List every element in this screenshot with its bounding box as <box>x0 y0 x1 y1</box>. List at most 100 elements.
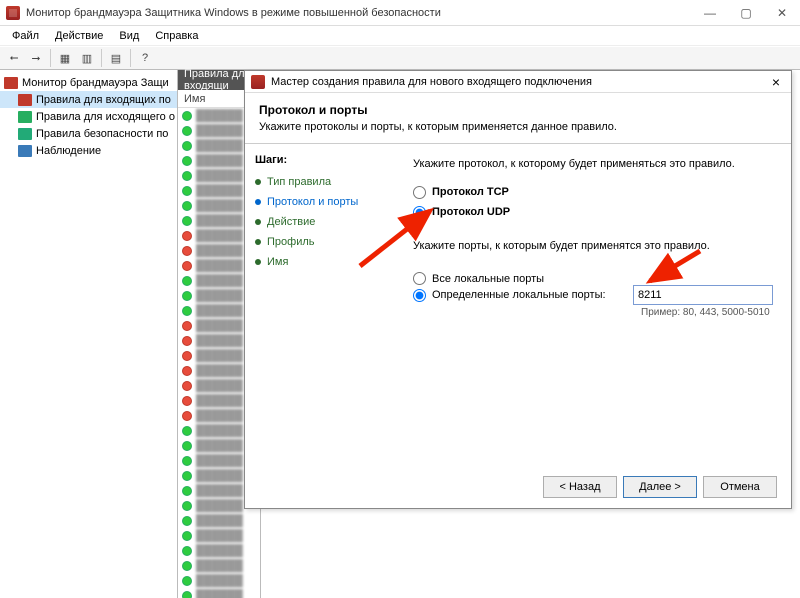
rule-name-blurred: ██████ <box>196 350 243 362</box>
radio-all-ports-label: Все локальные порты <box>432 273 544 285</box>
radio-tcp[interactable]: Протокол TCP <box>413 182 773 202</box>
step-profile[interactable]: Профиль <box>255 232 385 252</box>
menu-action[interactable]: Действие <box>47 28 111 44</box>
rule-status-icon <box>182 486 192 496</box>
window-controls: — ▢ ✕ <box>692 0 800 26</box>
wizard-title: Мастер создания правила для нового входя… <box>271 76 592 88</box>
rule-item[interactable]: ██████ <box>178 528 260 543</box>
rule-status-icon <box>182 276 192 286</box>
monitor-icon <box>18 145 32 157</box>
wizard-dialog: Мастер создания правила для нового входя… <box>244 70 792 509</box>
step-name[interactable]: Имя <box>255 252 385 272</box>
rule-status-icon <box>182 261 192 271</box>
wizard-buttons: < Назад Далее > Отмена <box>543 476 777 498</box>
rule-item[interactable]: ██████ <box>178 543 260 558</box>
rule-item[interactable]: ██████ <box>178 558 260 573</box>
rule-name-blurred: ██████ <box>196 560 243 572</box>
refresh-icon[interactable]: ▥ <box>77 49 97 67</box>
rule-name-blurred: ██████ <box>196 200 243 212</box>
help-icon[interactable]: ? <box>135 49 155 67</box>
steps-heading: Шаги: <box>255 154 385 166</box>
rule-status-icon <box>182 516 192 526</box>
tree-monitoring[interactable]: Наблюдение <box>0 142 177 159</box>
tree-root[interactable]: Монитор брандмауэра Защи <box>0 74 177 91</box>
step-protocol[interactable]: Протокол и порты <box>255 192 385 212</box>
rule-item[interactable]: ██████ <box>178 513 260 528</box>
rule-status-icon <box>182 426 192 436</box>
nav-forward-icon[interactable]: ⭢ <box>26 49 46 67</box>
wizard-subheading: Укажите протоколы и порты, к которым при… <box>259 121 777 133</box>
tree-outbound-rules[interactable]: Правила для исходящего о <box>0 108 177 125</box>
radio-specific-ports-input[interactable] <box>413 289 426 302</box>
radio-all-ports[interactable]: Все локальные порты <box>413 272 623 285</box>
rule-status-icon <box>182 381 192 391</box>
rule-status-icon <box>182 351 192 361</box>
bullet-icon <box>255 199 261 205</box>
tree-security-label: Правила безопасности по <box>36 128 168 140</box>
rule-status-icon <box>182 456 192 466</box>
menu-help[interactable]: Справка <box>147 28 206 44</box>
back-button[interactable]: < Назад <box>543 476 617 498</box>
step-rule-type[interactable]: Тип правила <box>255 172 385 192</box>
rule-status-icon <box>182 156 192 166</box>
rule-name-blurred: ██████ <box>196 140 243 152</box>
rule-status-icon <box>182 246 192 256</box>
rule-status-icon <box>182 291 192 301</box>
radio-udp-label: Протокол UDP <box>432 206 510 218</box>
port-input[interactable] <box>633 285 773 305</box>
wizard-main: Укажите протокол, к которому будет приме… <box>395 144 791 474</box>
rule-name-blurred: ██████ <box>196 245 243 257</box>
rule-status-icon <box>182 111 192 121</box>
dialog-close-button[interactable]: × <box>761 74 791 90</box>
rule-name-blurred: ██████ <box>196 260 243 272</box>
rule-status-icon <box>182 576 192 586</box>
menu-file[interactable]: Файл <box>4 28 47 44</box>
close-button[interactable]: ✕ <box>764 0 800 26</box>
rule-status-icon <box>182 546 192 556</box>
rule-item[interactable]: ██████ <box>178 573 260 588</box>
rule-status-icon <box>182 561 192 571</box>
wizard-steps: Шаги: Тип правила Протокол и порты Дейст… <box>245 144 395 474</box>
export-icon[interactable]: ▤ <box>106 49 126 67</box>
radio-udp-input[interactable] <box>413 206 426 219</box>
toolbar: ⭠ ⭢ ▦ ▥ ▤ ? <box>0 46 800 70</box>
nav-back-icon[interactable]: ⭠ <box>4 49 24 67</box>
cancel-button[interactable]: Отмена <box>703 476 777 498</box>
rule-status-icon <box>182 336 192 346</box>
maximize-button[interactable]: ▢ <box>728 0 764 26</box>
step-action[interactable]: Действие <box>255 212 385 232</box>
radio-tcp-input[interactable] <box>413 186 426 199</box>
menu-view[interactable]: Вид <box>111 28 147 44</box>
rule-item[interactable]: ██████ <box>178 588 260 598</box>
action-icon[interactable]: ▦ <box>55 49 75 67</box>
radio-specific-ports[interactable]: Определенные локальные порты: <box>413 289 623 302</box>
rule-name-blurred: ██████ <box>196 290 243 302</box>
rule-status-icon <box>182 231 192 241</box>
wizard-titlebar: Мастер создания правила для нового входя… <box>245 71 791 93</box>
rule-name-blurred: ██████ <box>196 425 243 437</box>
rule-name-blurred: ██████ <box>196 155 243 167</box>
rule-name-blurred: ██████ <box>196 395 243 407</box>
rule-name-blurred: ██████ <box>196 335 243 347</box>
radio-all-ports-input[interactable] <box>413 272 426 285</box>
next-button[interactable]: Далее > <box>623 476 697 498</box>
tree-inbound-rules[interactable]: Правила для входящих по <box>0 91 177 108</box>
separator <box>101 49 102 67</box>
rule-name-blurred: ██████ <box>196 470 243 482</box>
bullet-icon <box>255 179 261 185</box>
bullet-icon <box>255 259 261 265</box>
rule-status-icon <box>182 126 192 136</box>
tree-security-rules[interactable]: Правила безопасности по <box>0 125 177 142</box>
rule-name-blurred: ██████ <box>196 275 243 287</box>
rule-name-blurred: ██████ <box>196 170 243 182</box>
outbound-icon <box>18 111 32 123</box>
firewall-icon <box>6 6 20 20</box>
rule-name-blurred: ██████ <box>196 380 243 392</box>
minimize-button[interactable]: — <box>692 0 728 26</box>
bullet-icon <box>255 239 261 245</box>
wizard-header: Протокол и порты Укажите протоколы и пор… <box>245 93 791 144</box>
radio-udp[interactable]: Протокол UDP <box>413 202 773 222</box>
rule-name-blurred: ██████ <box>196 590 243 598</box>
rule-name-blurred: ██████ <box>196 110 243 122</box>
radio-specific-ports-label: Определенные локальные порты: <box>432 289 606 301</box>
